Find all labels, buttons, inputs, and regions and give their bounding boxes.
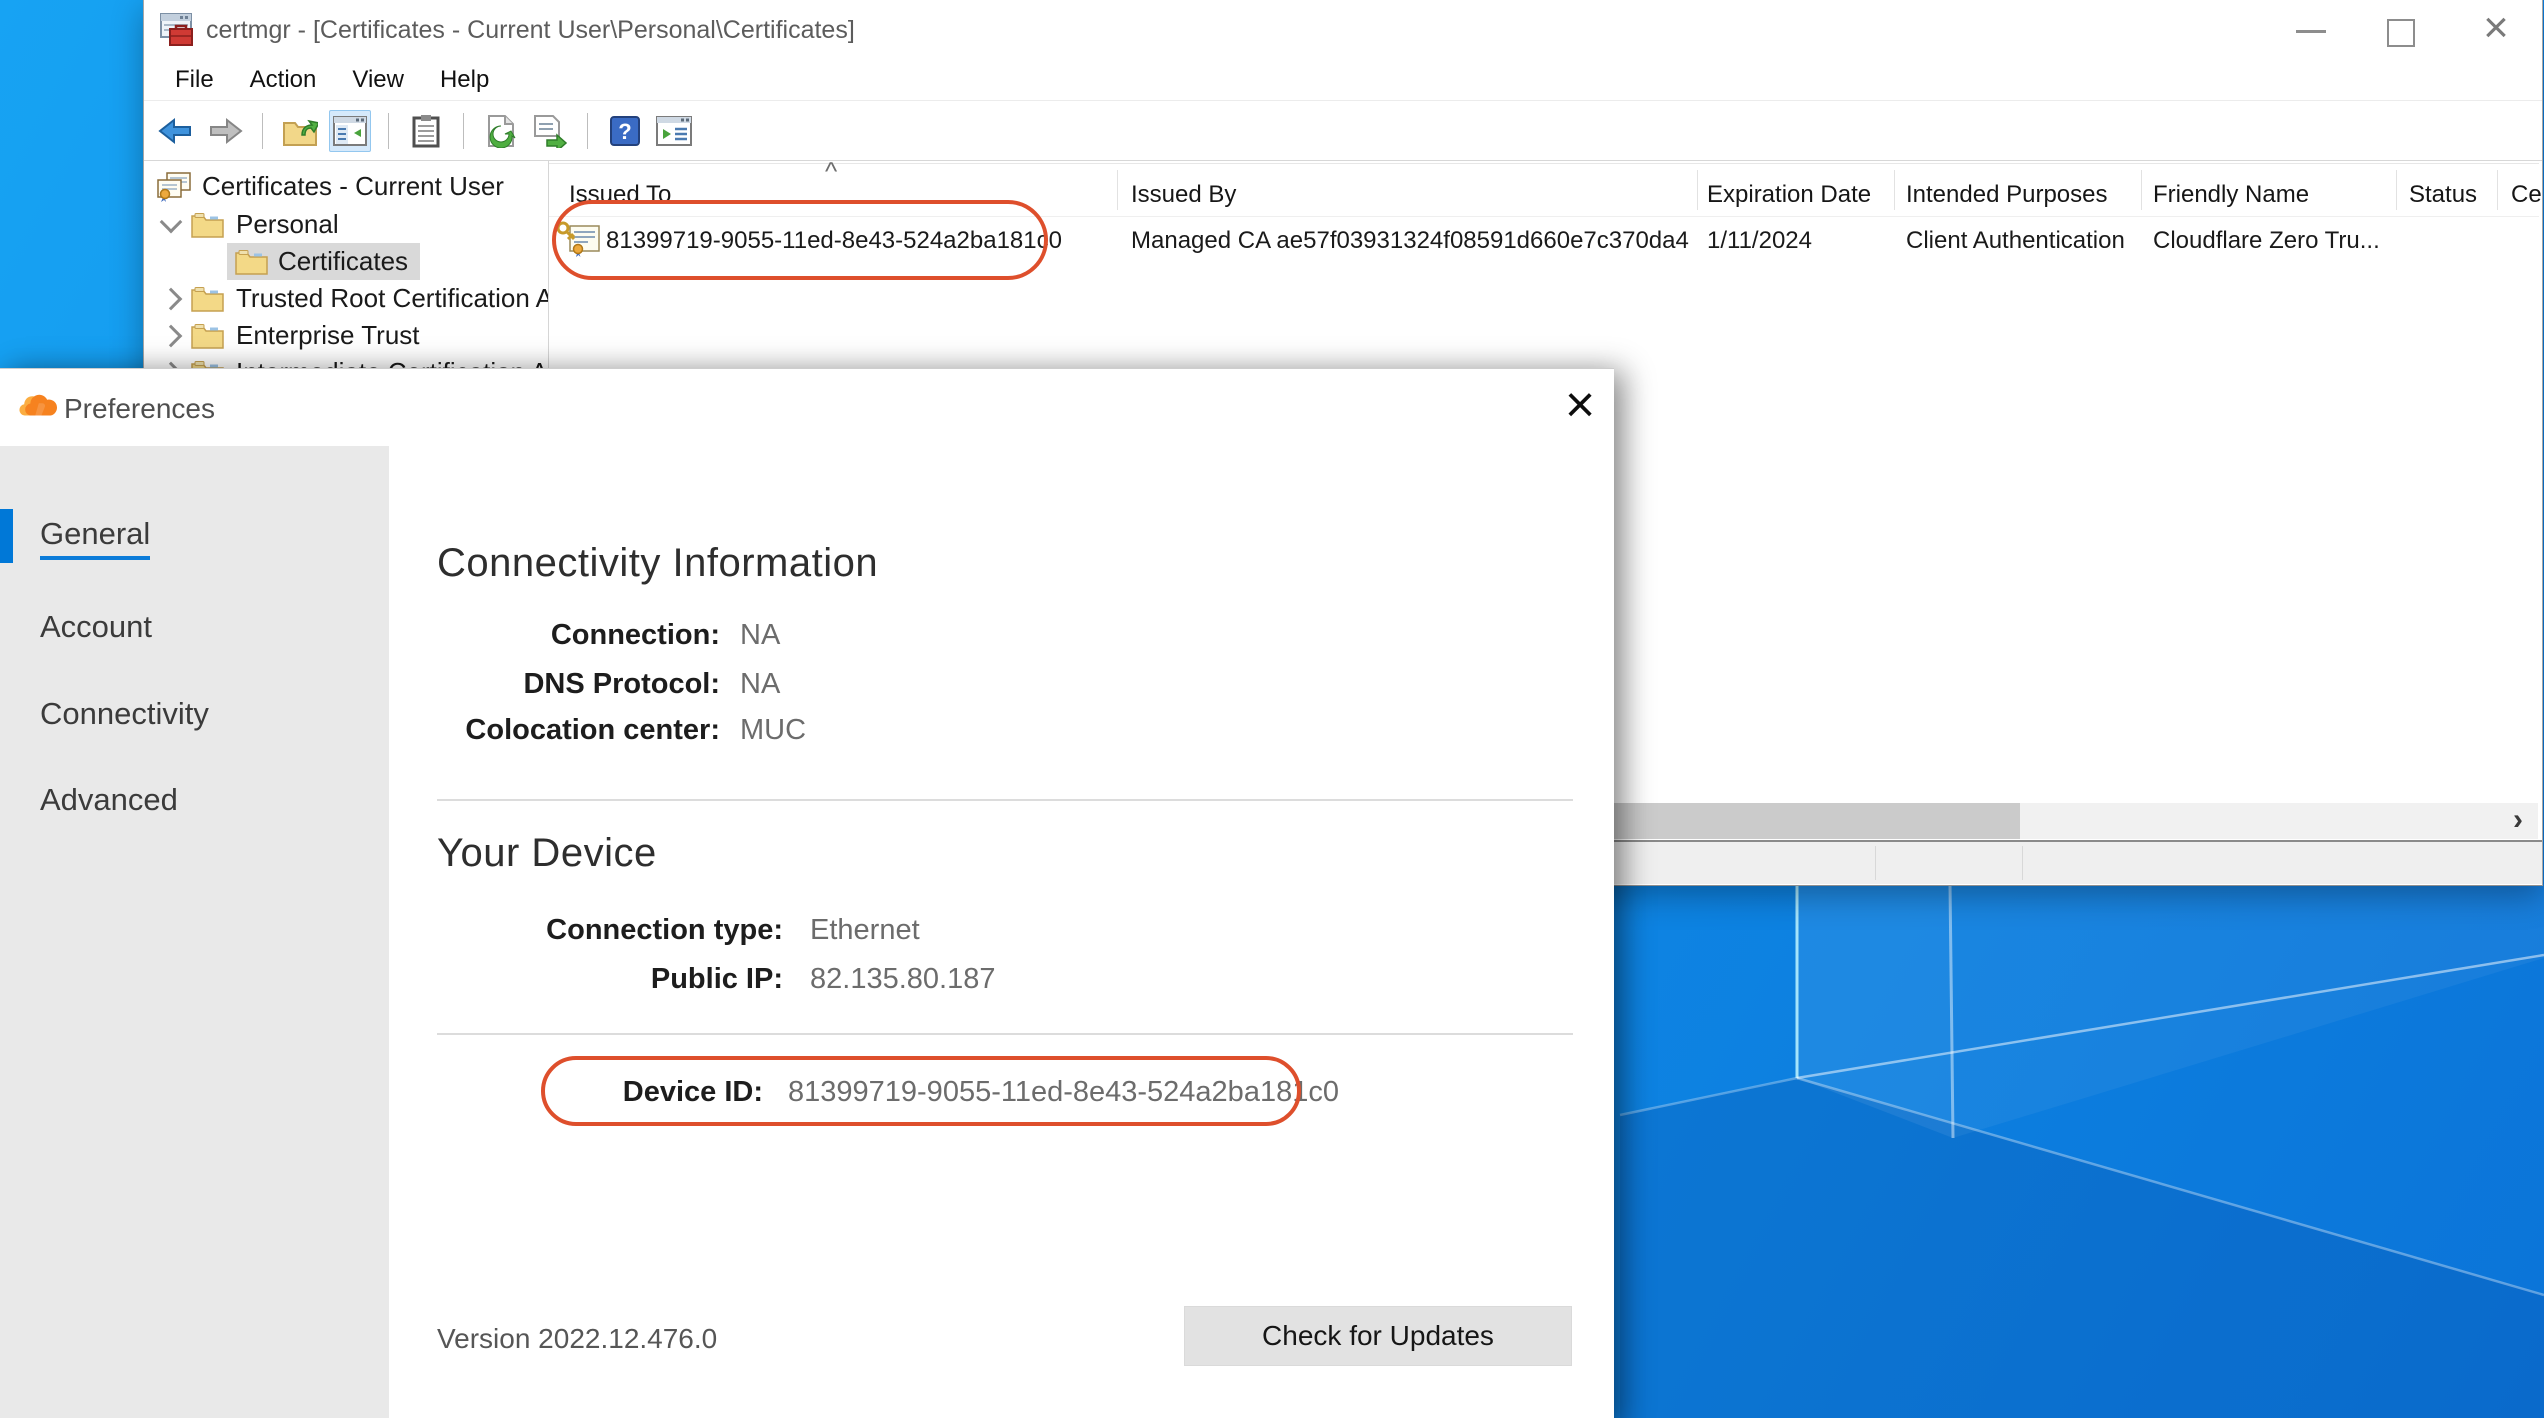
toolbar: ? — [144, 102, 2542, 161]
colocation-center-value: MUC — [740, 714, 806, 747]
dns-protocol-value: NA — [740, 668, 780, 701]
dialog-close-icon[interactable]: × — [1552, 375, 1608, 437]
cloudflare-logo-icon — [15, 391, 59, 419]
back-arrow-icon[interactable] — [156, 111, 196, 151]
tree-selected-row: Certificates — [227, 243, 420, 280]
close-button[interactable]: × — [2474, 0, 2518, 60]
sidebar-item-general[interactable]: General — [40, 516, 150, 552]
toolbar-separator — [463, 113, 464, 149]
tree-root-certificates-current-user[interactable]: Certificates - Current User — [156, 168, 504, 205]
public-ip-label: Public IP: — [389, 963, 783, 996]
cell-friendly-name: Cloudflare Zero Tru... — [2153, 227, 2380, 255]
chevron-collapsed-icon[interactable] — [160, 287, 183, 310]
menu-view[interactable]: View — [346, 64, 410, 96]
tree-item-label: Trusted Root Certification Au — [236, 283, 549, 314]
export-list-icon[interactable] — [530, 111, 570, 151]
column-certificate-template[interactable]: Ce — [2511, 181, 2542, 209]
tree-item-certificates[interactable]: Certificates — [227, 243, 420, 280]
column-expiration-date[interactable]: Expiration Date — [1707, 181, 1871, 209]
cell-intended-purposes: Client Authentication — [1906, 227, 2125, 255]
column-issued-by[interactable]: Issued By — [1131, 181, 1236, 209]
annotation-circle-issued-to — [552, 200, 1048, 280]
chevron-expanded-icon[interactable] — [160, 210, 183, 233]
scroll-right-arrow-icon[interactable]: › — [2500, 803, 2536, 839]
folder-icon — [235, 248, 268, 275]
public-ip-value: 82.135.80.187 — [810, 963, 995, 996]
statusbar-separator — [1875, 846, 1876, 880]
column-separator[interactable] — [1697, 170, 1698, 210]
certificates-store-icon — [156, 171, 192, 203]
section-divider — [437, 1033, 1573, 1035]
forward-arrow-icon[interactable] — [205, 111, 245, 151]
up-folder-icon[interactable] — [280, 111, 320, 151]
chevron-collapsed-icon[interactable] — [160, 324, 183, 347]
folder-icon — [191, 322, 224, 349]
menu-help[interactable]: Help — [434, 64, 495, 96]
connection-value: NA — [740, 619, 780, 652]
sort-ascending-icon[interactable]: ^ — [825, 156, 837, 187]
folder-icon — [191, 211, 224, 238]
column-separator[interactable] — [2497, 170, 2498, 210]
tree-item-personal[interactable]: Personal — [163, 206, 339, 243]
menu-file[interactable]: File — [169, 64, 220, 96]
column-intended-purposes[interactable]: Intended Purposes — [1906, 181, 2107, 209]
connection-type-label: Connection type: — [389, 914, 783, 947]
selected-item-accent-bar — [0, 509, 13, 563]
certmgr-app-icon — [158, 11, 196, 49]
prefs-sidebar: General Account Connectivity Advanced — [0, 446, 389, 1418]
tree-item-label: Certificates — [278, 246, 408, 277]
refresh-icon[interactable] — [481, 111, 521, 151]
desktop: certmgr - [Certificates - Current User\P… — [0, 0, 2544, 1418]
column-separator[interactable] — [2141, 170, 2142, 210]
column-separator[interactable] — [2396, 170, 2397, 210]
certmgr-titlebar[interactable]: certmgr - [Certificates - Current User\P… — [144, 0, 2542, 60]
window-title: certmgr - [Certificates - Current User\P… — [206, 0, 855, 60]
column-status[interactable]: Status — [2409, 181, 2477, 209]
section-divider — [437, 799, 1573, 801]
new-console-window-icon[interactable] — [654, 111, 694, 151]
maximize-button[interactable] — [2387, 19, 2415, 47]
dialog-title: Preferences — [64, 393, 215, 425]
clipboard-icon[interactable] — [406, 111, 446, 151]
cell-expiration-date: 1/11/2024 — [1707, 227, 1812, 255]
tree-root-label: Certificates - Current User — [202, 171, 504, 202]
version-text: Version 2022.12.476.0 — [437, 1323, 717, 1355]
minimize-button[interactable] — [2296, 30, 2326, 33]
svg-text:?: ? — [618, 119, 631, 144]
tree-item-trusted-root[interactable]: Trusted Root Certification Au — [163, 280, 549, 317]
sidebar-item-account[interactable]: Account — [40, 609, 152, 645]
column-separator[interactable] — [1894, 170, 1895, 210]
connectivity-information-heading: Connectivity Information — [437, 541, 878, 586]
preferences-dialog: Preferences × General Account Connectivi… — [0, 368, 1614, 1418]
sidebar-item-connectivity[interactable]: Connectivity — [40, 696, 209, 732]
colocation-center-label: Colocation center: — [389, 714, 720, 747]
menu-action[interactable]: Action — [244, 64, 323, 96]
tree-item-enterprise-trust[interactable]: Enterprise Trust — [163, 317, 420, 354]
prefs-general-panel: Connectivity Information Connection: NA … — [389, 446, 1614, 1418]
folder-icon — [191, 285, 224, 312]
column-separator[interactable] — [1117, 170, 1118, 210]
connection-type-value: Ethernet — [810, 914, 920, 947]
toolbar-separator — [587, 113, 588, 149]
statusbar-separator — [2022, 846, 2023, 880]
your-device-heading: Your Device — [437, 831, 657, 876]
help-icon[interactable]: ? — [605, 111, 645, 151]
dns-protocol-label: DNS Protocol: — [389, 668, 720, 701]
menu-bar: File Action View Help — [144, 60, 2542, 101]
sidebar-item-advanced[interactable]: Advanced — [40, 782, 178, 818]
connection-label: Connection: — [389, 619, 720, 652]
tree-item-label: Personal — [236, 209, 339, 240]
show-console-tree-icon[interactable] — [329, 110, 371, 152]
annotation-circle-device-id — [541, 1056, 1301, 1126]
cell-issued-by: Managed CA ae57f03931324f08591d660e7c370… — [1131, 227, 1689, 255]
toolbar-separator — [262, 113, 263, 149]
check-for-updates-button[interactable]: Check for Updates — [1184, 1306, 1572, 1366]
column-friendly-name[interactable]: Friendly Name — [2153, 181, 2309, 209]
tree-item-label: Enterprise Trust — [236, 320, 420, 351]
toolbar-separator — [388, 113, 389, 149]
